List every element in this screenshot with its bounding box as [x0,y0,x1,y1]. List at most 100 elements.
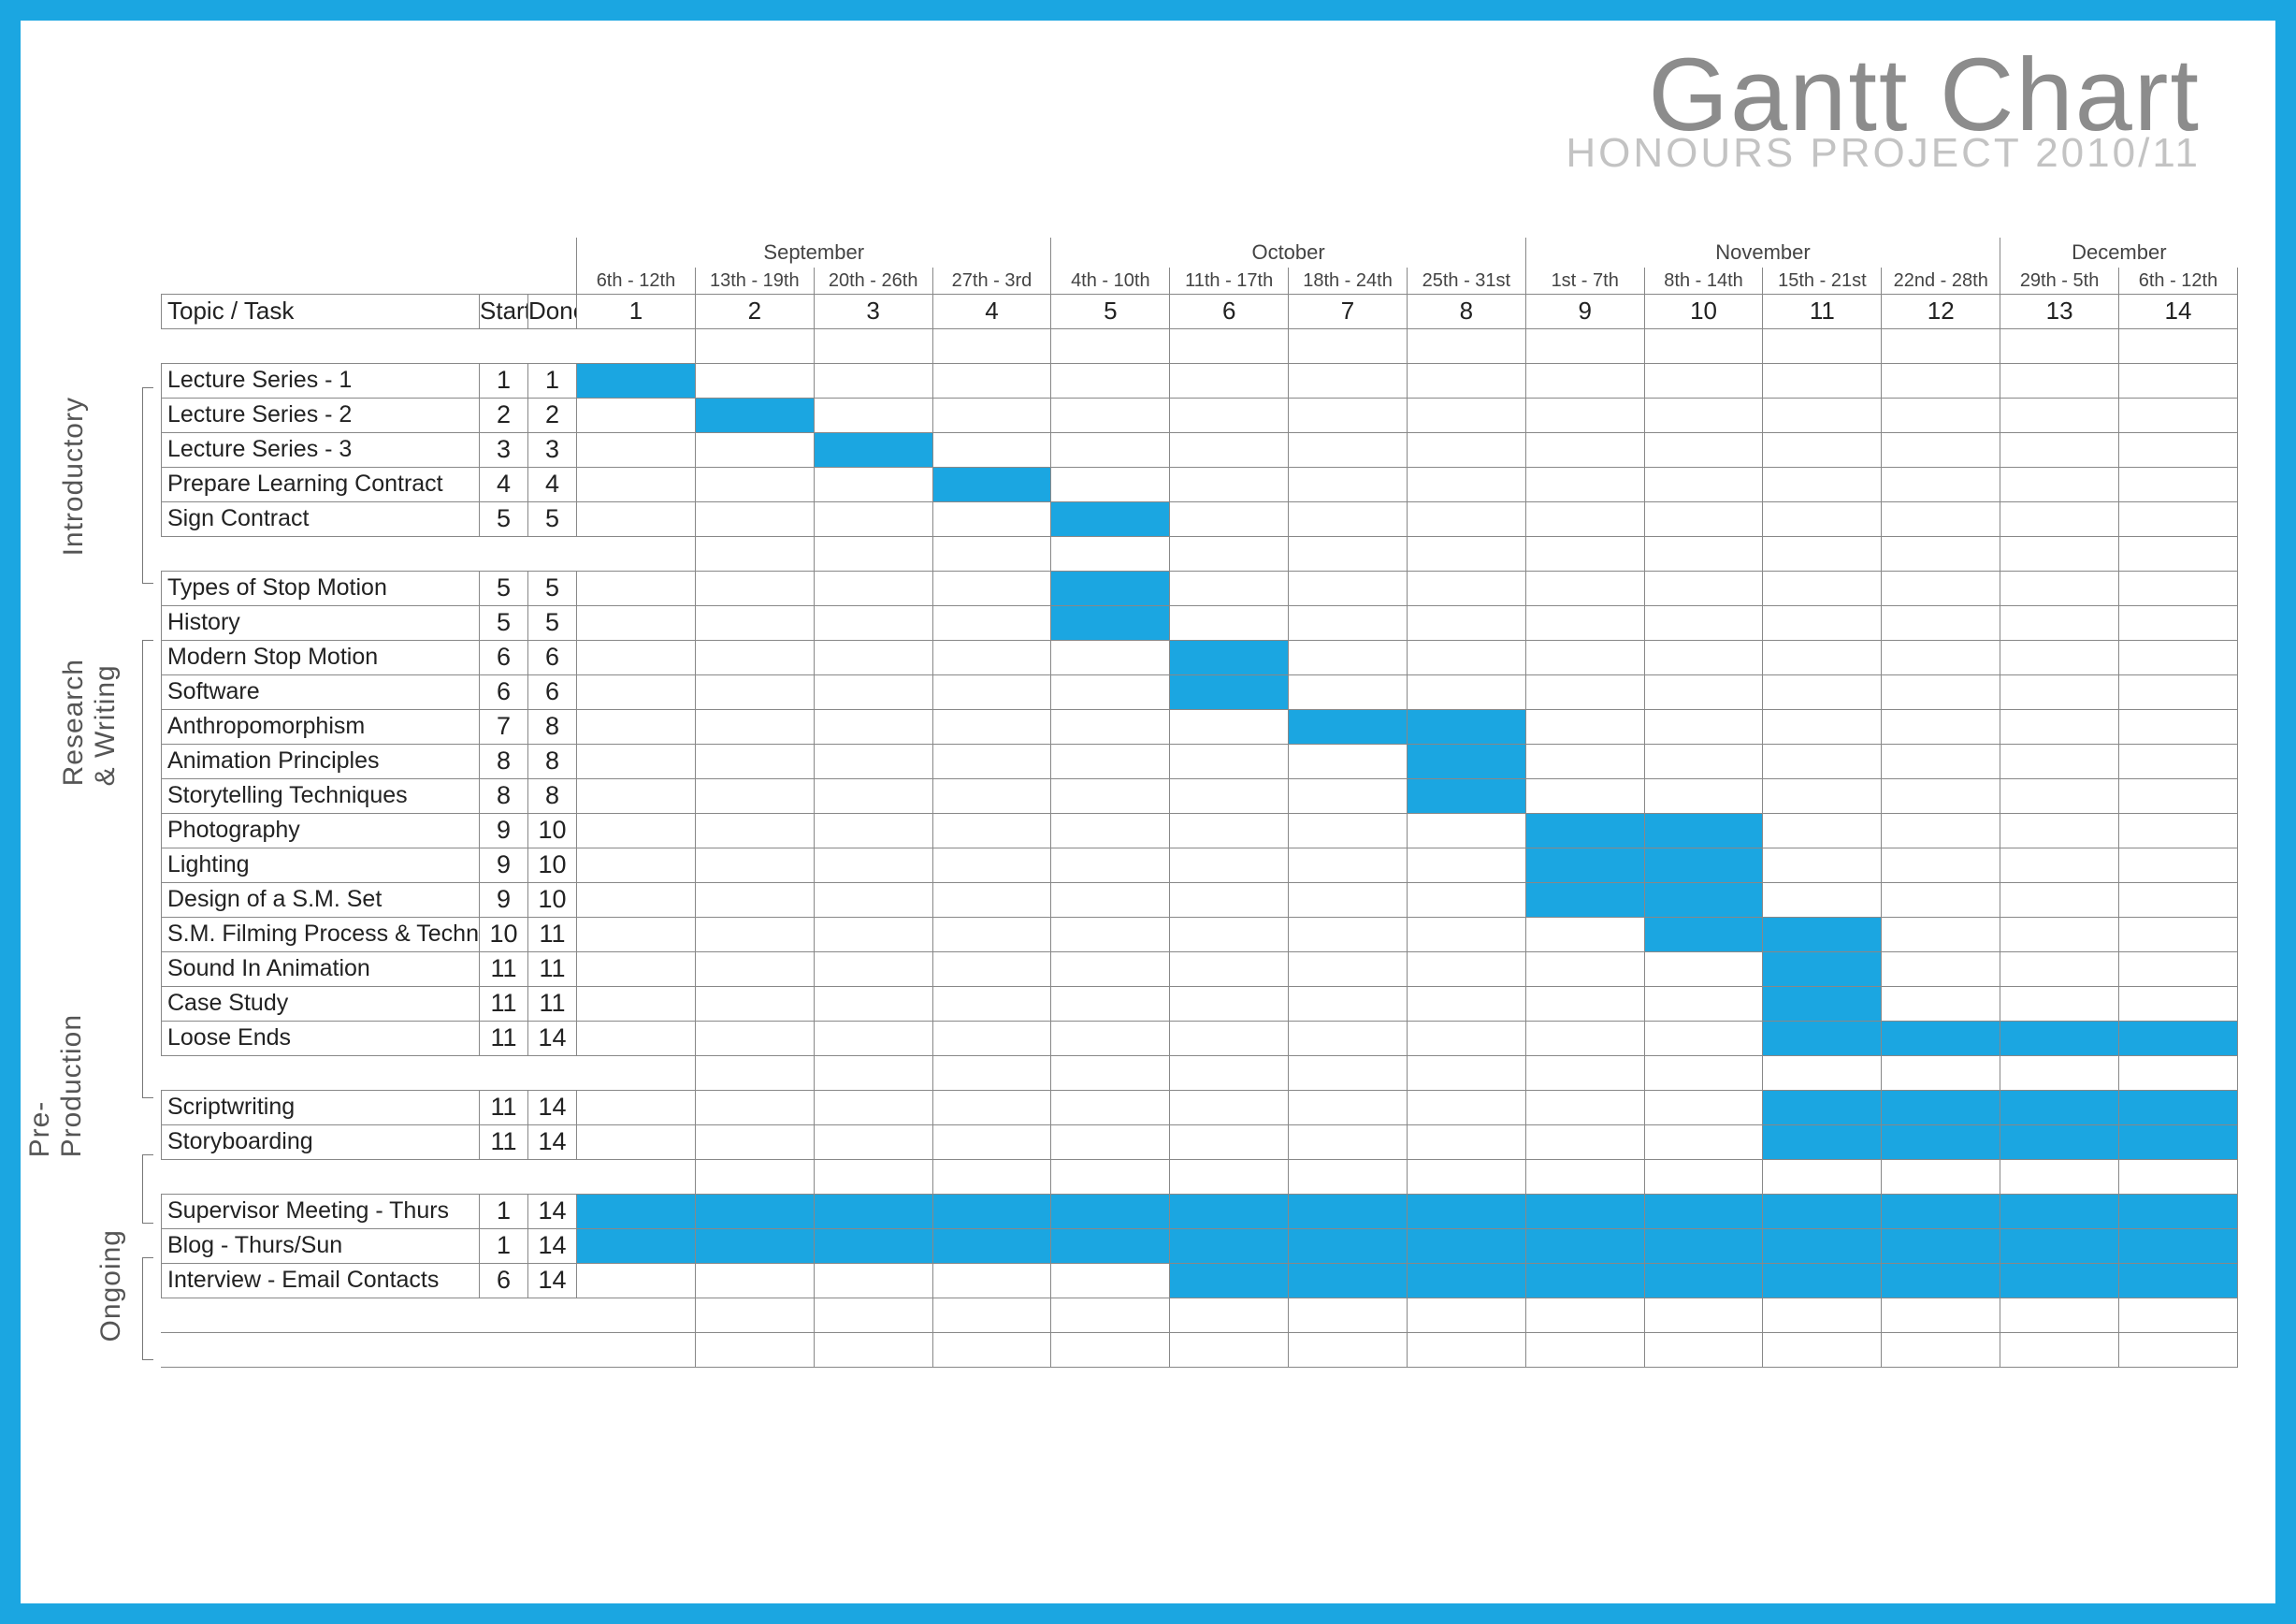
month-header: December [2000,238,2238,268]
gantt-cell-empty [2000,605,2119,640]
gantt-cell-bar [1170,1263,1289,1298]
week-number-header: 5 [1051,294,1170,328]
gantt-cell-empty [695,674,814,709]
gantt-cell-empty [1525,951,1644,986]
gantt-cell-empty [1051,813,1170,848]
gantt-cell-empty [577,882,696,917]
task-name-cell: Scriptwriting [162,1090,480,1124]
spacer-cell [480,1159,528,1194]
task-done-cell: 2 [528,398,577,432]
gantt-cell-empty [1882,501,2000,536]
gantt-cell-empty [814,501,932,536]
gantt-cell-empty [1051,951,1170,986]
gantt-cell-empty [1407,951,1525,986]
gantt-cell-empty [577,951,696,986]
gantt-cell-empty [1644,1124,1763,1159]
gantt-cell-bar [695,1228,814,1263]
gantt-cell-empty [695,501,814,536]
gantt-cell-empty [2000,917,2119,951]
gantt-cell-empty [1170,1159,1289,1194]
gantt-cell-bar [1525,1228,1644,1263]
gantt-cell-empty [1763,467,1882,501]
gantt-cell-bar [1407,1263,1525,1298]
task-done-cell: 8 [528,709,577,744]
gantt-cell-empty [1763,744,1882,778]
task-done-cell: 3 [528,432,577,467]
task-start-cell: 2 [480,398,528,432]
gantt-cell-empty [577,1021,696,1055]
gantt-cell-empty [2119,848,2238,882]
gantt-cell-empty [1882,398,2000,432]
spacer-row [162,1055,2238,1090]
task-row: Storytelling Techniques88 [162,778,2238,813]
gantt-cell-empty [1051,917,1170,951]
gantt-cell-empty [2000,848,2119,882]
gantt-cell-empty [1644,398,1763,432]
month-header: September [577,238,1051,268]
spacer-cell [480,1332,528,1367]
gantt-cell-empty [1051,536,1170,571]
gantt-cell-empty [1170,848,1289,882]
month-header: November [1525,238,2000,268]
gantt-cell-empty [814,1298,932,1332]
gantt-cell-bar [1407,744,1525,778]
task-done-cell: 4 [528,467,577,501]
gantt-cell-bar [1289,1228,1408,1263]
gantt-cell-empty [1289,605,1408,640]
gantt-cell-empty [577,536,696,571]
task-row: Sound In Animation1111 [162,951,2238,986]
section-label-research: Research & Writing [58,659,122,786]
section-label-introductory: Introductory [58,397,90,556]
gantt-cell-empty [1051,882,1170,917]
gantt-cell-bar [1763,1090,1882,1124]
gantt-cell-empty [577,744,696,778]
gantt-cell-empty [814,640,932,674]
task-done-cell: 8 [528,778,577,813]
gantt-cell-empty [1407,501,1525,536]
gantt-cell-empty [2119,709,2238,744]
gantt-cell-empty [695,882,814,917]
gantt-cell-bar [1051,605,1170,640]
gantt-cell-empty [932,1090,1051,1124]
gantt-cell-bar [2000,1021,2119,1055]
gantt-cell-bar [1763,951,1882,986]
task-done-cell: 11 [528,986,577,1021]
gantt-cell-empty [932,778,1051,813]
gantt-cell-empty [1289,951,1408,986]
gantt-cell-empty [2119,1298,2238,1332]
gantt-cell-empty [1644,674,1763,709]
date-range-header: 6th - 12th [577,268,696,294]
date-range-header: 29th - 5th [2000,268,2119,294]
task-start-cell: 8 [480,778,528,813]
gantt-cell-empty [1407,1124,1525,1159]
gantt-cell-empty [1170,432,1289,467]
task-row: Supervisor Meeting - Thurs114 [162,1194,2238,1228]
gantt-cell-bar [1763,1228,1882,1263]
gantt-cell-empty [814,398,932,432]
gantt-cell-empty [1644,709,1763,744]
task-row: Lecture Series - 333 [162,432,2238,467]
gantt-cell-empty [695,917,814,951]
spacer-row [162,536,2238,571]
gantt-cell-empty [1407,640,1525,674]
spacer-cell [162,1332,480,1367]
spacer-cell [528,1332,577,1367]
gantt-cell-empty [1170,709,1289,744]
gantt-cell-empty [1407,467,1525,501]
gantt-cell-empty [2119,1055,2238,1090]
gantt-cell-empty [1289,1090,1408,1124]
gantt-cell-empty [2119,398,2238,432]
gantt-cell-empty [1170,1298,1289,1332]
gantt-cell-empty [2119,501,2238,536]
task-done-cell: 11 [528,951,577,986]
gantt-cell-empty [1051,1298,1170,1332]
gantt-cell-empty [1763,709,1882,744]
gantt-cell-empty [2119,986,2238,1021]
task-start-cell: 1 [480,363,528,398]
gantt-cell-bar [1051,501,1170,536]
gantt-cell-empty [1170,1090,1289,1124]
gantt-cell-empty [695,467,814,501]
spacer-cell [162,328,480,363]
gantt-cell-bar [1763,1194,1882,1228]
gantt-cell-empty [577,813,696,848]
